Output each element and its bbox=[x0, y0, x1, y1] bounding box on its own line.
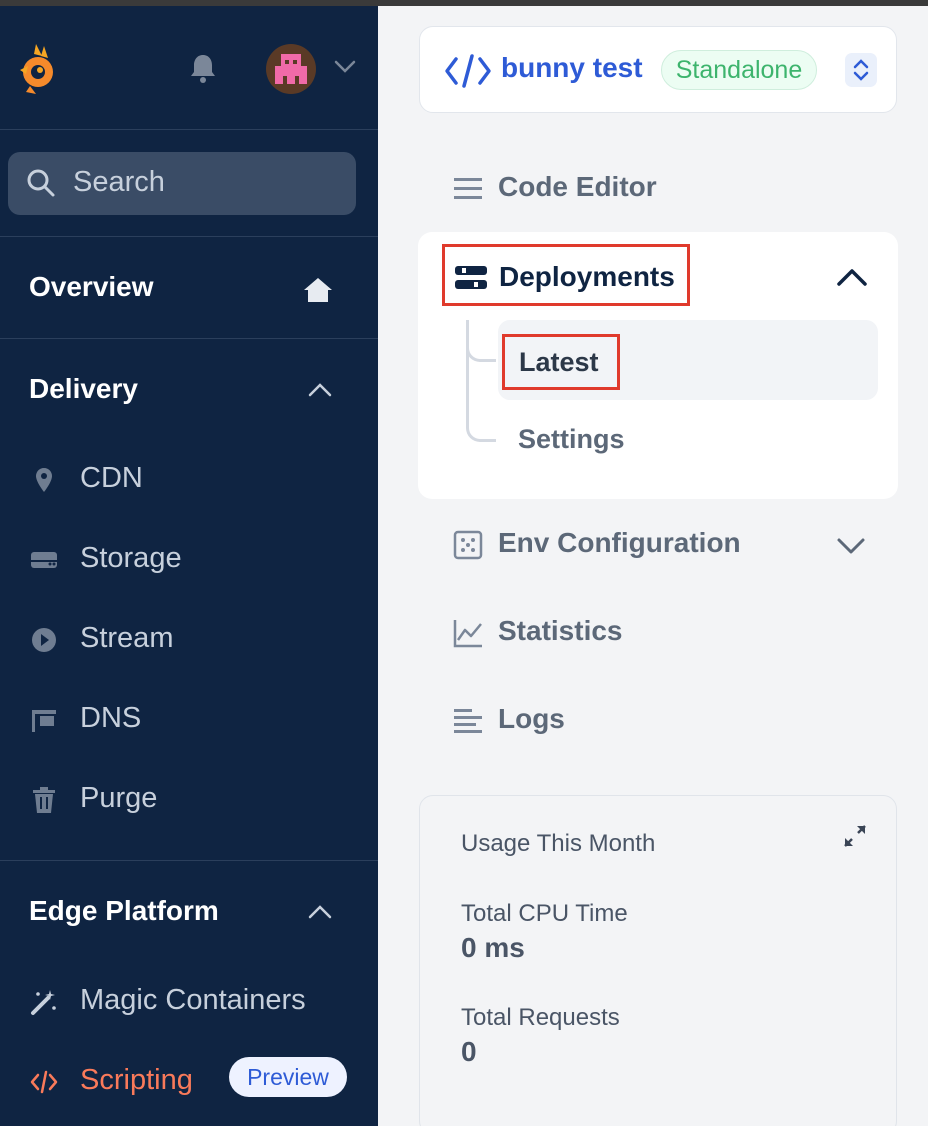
chevron-up-down-icon bbox=[853, 59, 869, 81]
storage-drive-icon bbox=[31, 552, 57, 568]
menu-lines-icon bbox=[454, 178, 482, 199]
tree-connector bbox=[466, 320, 496, 362]
delivery-label: Delivery bbox=[29, 373, 138, 404]
expand-icon[interactable] bbox=[841, 822, 869, 850]
menu-item-code-editor[interactable]: Code Editor bbox=[419, 158, 897, 218]
code-icon bbox=[445, 54, 491, 88]
menu-item-label: Statistics bbox=[498, 615, 623, 646]
sidebar-divider bbox=[0, 860, 378, 861]
highlight-box: Latest bbox=[502, 334, 620, 390]
sidebar-item-label: Scripting bbox=[80, 1064, 193, 1096]
dns-sign-icon bbox=[32, 710, 56, 732]
bunny-logo-icon[interactable] bbox=[14, 40, 62, 96]
sidebar-item-storage[interactable]: Storage bbox=[0, 530, 378, 590]
deployments-label: Deployments bbox=[499, 261, 675, 292]
project-switch-button[interactable] bbox=[845, 53, 877, 87]
requests-label: Total Requests bbox=[461, 1004, 620, 1031]
magic-wand-icon bbox=[31, 990, 56, 1015]
code-icon bbox=[30, 1070, 58, 1094]
chevron-down-icon bbox=[837, 538, 865, 554]
location-pin-icon bbox=[36, 468, 52, 492]
sidebar-item-dns[interactable]: DNS bbox=[0, 690, 378, 750]
overview-label: Overview bbox=[29, 271, 154, 302]
preview-badge: Preview bbox=[229, 1057, 347, 1097]
settings-label: Settings bbox=[518, 424, 625, 454]
sidebar-item-magic-containers[interactable]: Magic Containers bbox=[0, 972, 378, 1032]
sidebar-item-cdn[interactable]: CDN bbox=[0, 450, 378, 510]
sidebar-divider bbox=[0, 236, 378, 237]
avatar[interactable] bbox=[266, 44, 316, 94]
sidebar-item-purge[interactable]: Purge bbox=[0, 770, 378, 830]
submenu-item-latest[interactable]: Latest bbox=[498, 320, 878, 400]
sidebar-item-scripting[interactable]: Scripting Preview bbox=[0, 1052, 378, 1112]
chevron-up-icon[interactable] bbox=[835, 266, 869, 288]
sidebar-item-label: CDN bbox=[80, 462, 143, 494]
search-placeholder: Search bbox=[73, 166, 165, 198]
menu-item-label: Env Configuration bbox=[498, 527, 741, 558]
deployments-panel: Deployments Latest Settings bbox=[418, 232, 898, 499]
sidebar-item-label: Purge bbox=[80, 782, 158, 814]
sidebar-divider bbox=[0, 338, 378, 339]
menu-item-label: Code Editor bbox=[498, 171, 657, 202]
usage-card: Usage This Month Total CPU Time 0 ms Tot… bbox=[419, 795, 897, 1126]
cpu-time-value: 0 ms bbox=[461, 932, 525, 963]
grid-dots-icon bbox=[453, 530, 483, 560]
latest-label: Latest bbox=[519, 347, 599, 377]
sidebar-item-stream[interactable]: Stream bbox=[0, 610, 378, 670]
cpu-time-label: Total CPU Time bbox=[461, 900, 628, 927]
menu-item-env-configuration[interactable]: Env Configuration bbox=[419, 514, 897, 574]
project-switcher[interactable]: bunny test Standalone bbox=[419, 26, 897, 113]
sidebar-item-label: Stream bbox=[80, 622, 174, 654]
play-circle-icon bbox=[32, 628, 56, 652]
search-input[interactable]: Search bbox=[8, 152, 356, 215]
chevron-up-icon bbox=[308, 383, 332, 397]
search-icon bbox=[27, 169, 55, 197]
submenu-item-settings[interactable]: Settings bbox=[498, 412, 878, 472]
home-icon bbox=[304, 278, 332, 302]
sidebar-header bbox=[0, 6, 378, 130]
line-chart-icon bbox=[453, 620, 482, 648]
menu-item-label: Logs bbox=[498, 703, 565, 734]
bell-icon[interactable] bbox=[188, 52, 218, 84]
text-lines-icon bbox=[454, 709, 482, 733]
status-badge: Standalone bbox=[661, 50, 817, 90]
chevron-down-icon[interactable] bbox=[333, 56, 357, 76]
usage-title: Usage This Month bbox=[461, 830, 656, 857]
project-name: bunny test bbox=[501, 52, 643, 83]
sidebar-item-label: DNS bbox=[80, 702, 142, 734]
chevron-up-icon bbox=[308, 905, 332, 919]
requests-value: 0 bbox=[461, 1036, 477, 1067]
menu-item-statistics[interactable]: Statistics bbox=[419, 602, 897, 662]
sidebar-item-label: Magic Containers bbox=[80, 984, 306, 1016]
menu-item-deployments[interactable]: Deployments bbox=[442, 244, 690, 306]
menu-item-logs[interactable]: Logs bbox=[419, 690, 897, 750]
sliders-icon bbox=[455, 266, 487, 289]
sidebar: Search Overview Delivery CDN Storage Str… bbox=[0, 6, 378, 1126]
avatar-image bbox=[275, 54, 307, 84]
trash-icon bbox=[33, 787, 55, 813]
sidebar-item-label: Storage bbox=[80, 542, 182, 574]
edge-platform-label: Edge Platform bbox=[29, 895, 219, 926]
